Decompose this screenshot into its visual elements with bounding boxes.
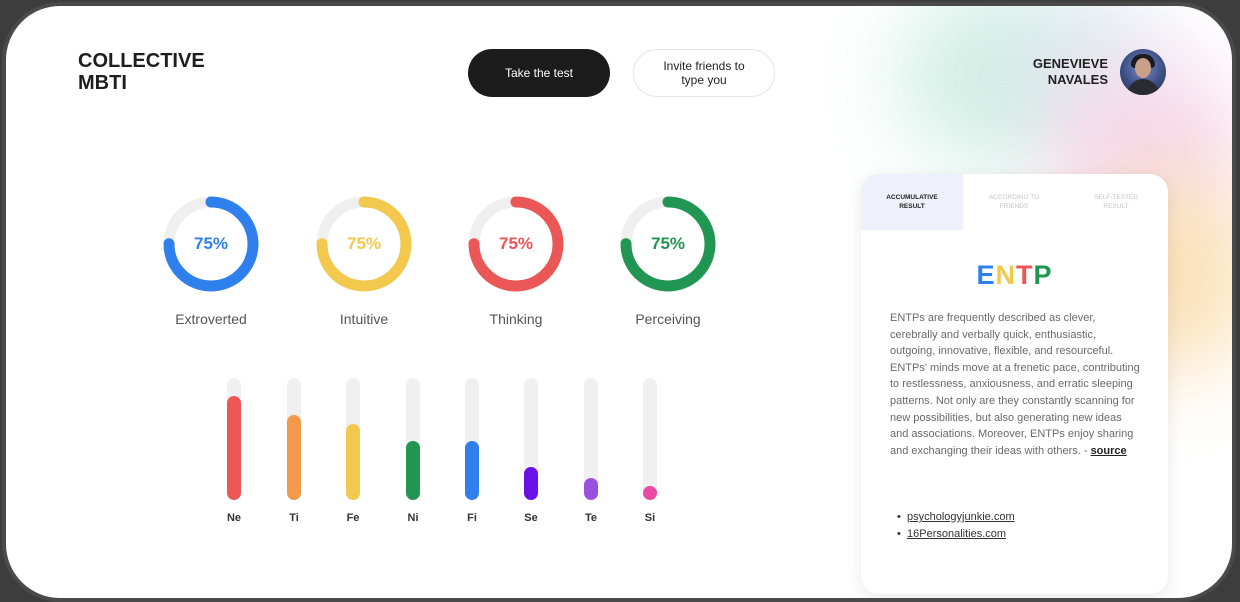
avatar-face bbox=[1135, 58, 1151, 78]
tab-label: Accumulative result bbox=[886, 194, 938, 210]
function-bar-ti bbox=[287, 378, 301, 500]
list-item: 16Personalities.com bbox=[897, 526, 1015, 543]
function-label: Si bbox=[644, 512, 656, 524]
donut-thinking: 75% bbox=[466, 194, 566, 294]
function-bar-te bbox=[584, 378, 598, 500]
function-bar-ni bbox=[406, 378, 420, 500]
donut-extroverted: 75% bbox=[161, 194, 261, 294]
tab-label: Self-tested result bbox=[1093, 194, 1139, 210]
type-letter: T bbox=[1016, 260, 1034, 290]
donut-percent: 75% bbox=[346, 234, 382, 253]
result-tabs: Accumulative result According to friends… bbox=[861, 174, 1168, 230]
function-bar-fill bbox=[406, 441, 420, 500]
function-label: Fe bbox=[346, 512, 360, 524]
tab-accumulative-result[interactable]: Accumulative result bbox=[861, 174, 963, 230]
app-logo[interactable]: COLLECTIVE MBTI bbox=[78, 50, 238, 94]
personality-type-title: ENTP bbox=[861, 260, 1168, 291]
function-bar-fill bbox=[643, 486, 657, 500]
tab-according-to-friends[interactable]: According to friends bbox=[963, 174, 1065, 230]
function-label: Fi bbox=[467, 512, 477, 524]
function-bar-si bbox=[643, 378, 657, 500]
source-link[interactable]: source bbox=[1091, 445, 1127, 457]
function-bar-fill bbox=[524, 467, 538, 500]
invite-friends-button[interactable]: Invite friends to type you bbox=[633, 49, 775, 97]
tab-label: According to friends bbox=[988, 194, 1040, 210]
link-16personalities[interactable]: 16Personalities.com bbox=[907, 528, 1006, 540]
list-item: psychologyjunkie.com bbox=[897, 509, 1015, 526]
avatar[interactable] bbox=[1120, 49, 1166, 95]
function-bar-se bbox=[524, 378, 538, 500]
result-card: Accumulative result According to friends… bbox=[861, 174, 1168, 594]
function-bar-fill bbox=[465, 441, 479, 500]
type-letter: P bbox=[1033, 260, 1053, 290]
donut-label: Thinking bbox=[489, 311, 543, 327]
function-bar-fill bbox=[287, 415, 301, 500]
type-letter: E bbox=[976, 260, 996, 290]
function-label: Ne bbox=[226, 512, 242, 524]
app-window: COLLECTIVE MBTI Take the test Invite fri… bbox=[2, 2, 1236, 602]
donut-percent: 75% bbox=[650, 234, 686, 253]
take-test-button[interactable]: Take the test bbox=[468, 49, 610, 97]
donut-label: Extroverted bbox=[175, 311, 247, 327]
link-psychologyjunkie[interactable]: psychologyjunkie.com bbox=[907, 511, 1015, 523]
user-name[interactable]: GENEVIEVE NAVALES bbox=[1006, 56, 1108, 88]
type-letter: N bbox=[995, 260, 1016, 290]
function-bar-fill bbox=[227, 396, 241, 500]
function-label: Se bbox=[524, 512, 538, 524]
function-bar-fe bbox=[346, 378, 360, 500]
function-label: Ni bbox=[407, 512, 419, 524]
function-bar-fi bbox=[465, 378, 479, 500]
donut-label: Intuitive bbox=[339, 311, 389, 327]
function-bar-fill bbox=[584, 478, 598, 500]
tab-self-tested-result[interactable]: Self-tested result bbox=[1065, 174, 1167, 230]
type-description: ENTPs are frequently described as clever… bbox=[890, 310, 1142, 459]
donut-percent: 75% bbox=[498, 234, 534, 253]
donut-intuitive: 75% bbox=[314, 194, 414, 294]
function-bar-fill bbox=[346, 424, 360, 500]
function-label: Ti bbox=[289, 512, 299, 524]
invite-friends-label: Invite friends to type you bbox=[663, 59, 745, 87]
function-label: Te bbox=[584, 512, 598, 524]
donut-label: Perceiving bbox=[635, 311, 701, 327]
description-text: ENTPs are frequently described as clever… bbox=[890, 312, 1140, 457]
avatar-body bbox=[1127, 79, 1159, 95]
function-bar-ne bbox=[227, 378, 241, 500]
donut-perceiving: 75% bbox=[618, 194, 718, 294]
reference-links: psychologyjunkie.com 16Personalities.com bbox=[897, 509, 1015, 543]
donut-percent: 75% bbox=[193, 234, 229, 253]
